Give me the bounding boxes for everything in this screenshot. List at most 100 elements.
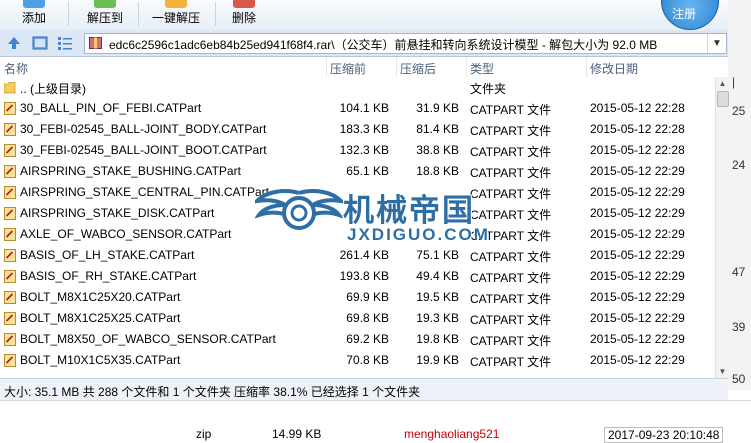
folder-icon [4, 82, 16, 94]
scroll-up-icon[interactable]: ▲ [716, 77, 729, 90]
file-packed-size: 19.3 KB [416, 311, 459, 325]
up-arrow-icon[interactable] [6, 35, 22, 51]
file-name: .. (上级目录) [20, 82, 86, 96]
file-date: 2015-05-12 22:28 [590, 101, 685, 115]
file-name: BOLT_M8X1C25X20.CATPart [20, 290, 181, 304]
status-text: 大小: 35.1 MB 共 288 个文件和 1 个文件夹 压缩率 38.1% … [4, 385, 421, 399]
register-logo-button[interactable]: 注册 [661, 0, 719, 30]
file-row[interactable]: 30_FEBI-02545_BALL-JOINT_BOOT.CATPart 132… [0, 140, 715, 161]
delete-icon [233, 0, 255, 8]
file-row[interactable]: 30_FEBI-02545_BALL-JOINT_BODY.CATPart 183… [0, 119, 715, 140]
bg-edge-text: 47 [732, 265, 746, 279]
file-type: CATPART 文件 [470, 292, 552, 306]
file-packed-size: 19.5 KB [416, 290, 459, 304]
file-type: CATPART 文件 [470, 103, 552, 117]
catpart-file-icon [4, 165, 16, 178]
bg-edge-text: | [732, 75, 736, 89]
file-type: CATPART 文件 [470, 145, 552, 159]
file-date: 2015-05-12 22:29 [590, 311, 685, 325]
file-date: 2015-05-12 22:29 [590, 164, 685, 178]
file-row[interactable]: .. (上级目录) 文件夹 [0, 77, 715, 98]
catpart-file-icon [4, 123, 16, 136]
one-click-extract-button[interactable]: 一键解压 [148, 0, 204, 28]
column-size[interactable]: 压缩前 [330, 60, 366, 77]
bg-edge-text: 25 [732, 104, 746, 118]
file-size: 261.4 KB [339, 248, 389, 262]
file-size: 69.2 KB [346, 332, 389, 346]
file-size: 104.1 KB [339, 101, 389, 115]
catpart-file-icon [4, 228, 16, 241]
file-name: AIRSPRING_STAKE_BUSHING.CATPart [20, 164, 241, 178]
file-type: CATPART 文件 [470, 334, 552, 348]
catpart-file-icon [4, 186, 16, 199]
add-button[interactable]: 添加 [14, 0, 54, 28]
address-path: edc6c2596c1adc6eb84b25ed941f68f4.rar\（公交… [109, 38, 658, 52]
bg-row-ext: zip [196, 427, 212, 441]
list-view-icon[interactable] [57, 35, 73, 51]
delete-button[interactable]: 删除 [226, 0, 262, 28]
toolbar: 添加 解压到 一键解压 删除 注册 [0, 0, 728, 30]
column-packed[interactable]: 压缩后 [400, 60, 436, 77]
file-row[interactable]: BOLT_M8X1C25X25.CATPart 69.8 KB 19.3 KB CAT… [0, 308, 715, 329]
file-type: 文件夹 [470, 82, 507, 96]
address-field[interactable]: edc6c2596c1adc6eb84b25ed941f68f4.rar\（公交… [84, 33, 727, 54]
bg-row-date: 2017-09-23 20:10:48 [604, 427, 724, 443]
thumbnail-view-icon[interactable] [32, 35, 48, 51]
file-row[interactable]: AIRSPRING_STAKE_BUSHING.CATPart 65.1 KB 18… [0, 161, 715, 182]
catpart-file-icon [4, 102, 16, 115]
file-row[interactable]: BASIS_OF_RH_STAKE.CATPart 193.8 KB 49.4 KB… [0, 266, 715, 287]
column-type[interactable]: 类型 [470, 60, 494, 77]
file-packed-size: 31.9 KB [416, 101, 459, 115]
bg-row-user-link[interactable]: menghaoliang521 [404, 427, 499, 441]
extract-to-button[interactable]: 解压到 [82, 0, 128, 28]
file-type: CATPART 文件 [470, 124, 552, 138]
archive-icon [89, 37, 102, 49]
toolbar-separator [138, 2, 139, 26]
file-name: AIRSPRING_STAKE_DISK.CATPart [20, 206, 215, 220]
file-name: BASIS_OF_RH_STAKE.CATPart [20, 269, 197, 283]
file-size: 183.3 KB [339, 122, 389, 136]
scroll-thumb[interactable] [717, 91, 729, 107]
file-date: 2015-05-12 22:29 [590, 227, 685, 241]
file-date: 2015-05-12 22:29 [590, 290, 685, 304]
file-packed-size: 81.4 KB [416, 122, 459, 136]
file-row[interactable]: BOLT_M8X50_OF_WABCO_SENSOR.CATPart 69.2 K… [0, 329, 715, 350]
file-size: 69.8 KB [346, 311, 389, 325]
file-type: CATPART 文件 [470, 313, 552, 327]
catpart-file-icon [4, 333, 16, 346]
file-row[interactable]: BOLT_M8X1C25X20.CATPart 69.9 KB 19.5 KB CAT… [0, 287, 715, 308]
file-row[interactable]: BASIS_OF_LH_STAKE.CATPart 261.4 KB 75.1 KB… [0, 245, 715, 266]
file-name: 30_FEBI-02545_BALL-JOINT_BOOT.CATPart [20, 143, 267, 157]
file-date: 2015-05-12 22:28 [590, 122, 685, 136]
file-row[interactable]: BOLT_M10X1C5X35.CATPart 70.8 KB 19.9 KB CAT… [0, 350, 715, 371]
file-date: 2015-05-12 22:28 [590, 143, 685, 157]
bg-edge-text: 24 [732, 158, 746, 172]
vertical-scrollbar[interactable]: ▲ ▼ [715, 77, 729, 378]
catpart-file-icon [4, 270, 16, 283]
file-name: 30_FEBI-02545_BALL-JOINT_BODY.CATPart [20, 122, 267, 136]
file-name: BOLT_M10X1C5X35.CATPart [20, 353, 181, 367]
file-type: CATPART 文件 [470, 166, 552, 180]
file-date: 2015-05-12 22:29 [590, 353, 685, 367]
watermark-url: JXDIGUO.COM [347, 225, 490, 244]
bg-edge-text: 50 [732, 372, 746, 386]
address-bar: edc6c2596c1adc6eb84b25ed941f68f4.rar\（公交… [0, 30, 728, 57]
catpart-file-icon [4, 312, 16, 325]
column-name[interactable]: 名称 [4, 60, 28, 77]
catpart-file-icon [4, 144, 16, 157]
one-click-extract-label: 一键解压 [151, 11, 200, 25]
watermark-title: 机械帝国 [343, 193, 475, 228]
scroll-down-icon[interactable]: ▼ [716, 365, 729, 378]
register-logo-label: 注册 [672, 7, 697, 21]
file-size: 193.8 KB [339, 269, 389, 283]
status-bar: 大小: 35.1 MB 共 288 个文件和 1 个文件夹 压缩率 38.1% … [0, 378, 728, 401]
file-packed-size: 19.9 KB [416, 353, 459, 367]
file-packed-size: 19.8 KB [416, 332, 459, 346]
watermark: 机械帝国 JXDIGUO.COM [255, 183, 525, 245]
address-dropdown-button[interactable]: ▼ [707, 34, 726, 53]
file-packed-size: 75.1 KB [416, 248, 459, 262]
file-row[interactable]: 30_BALL_PIN_OF_FEBI.CATPart 104.1 KB 31.9 … [0, 98, 715, 119]
column-modified[interactable]: 修改日期 [590, 60, 638, 77]
catpart-file-icon [4, 207, 16, 220]
catpart-file-icon [4, 291, 16, 304]
